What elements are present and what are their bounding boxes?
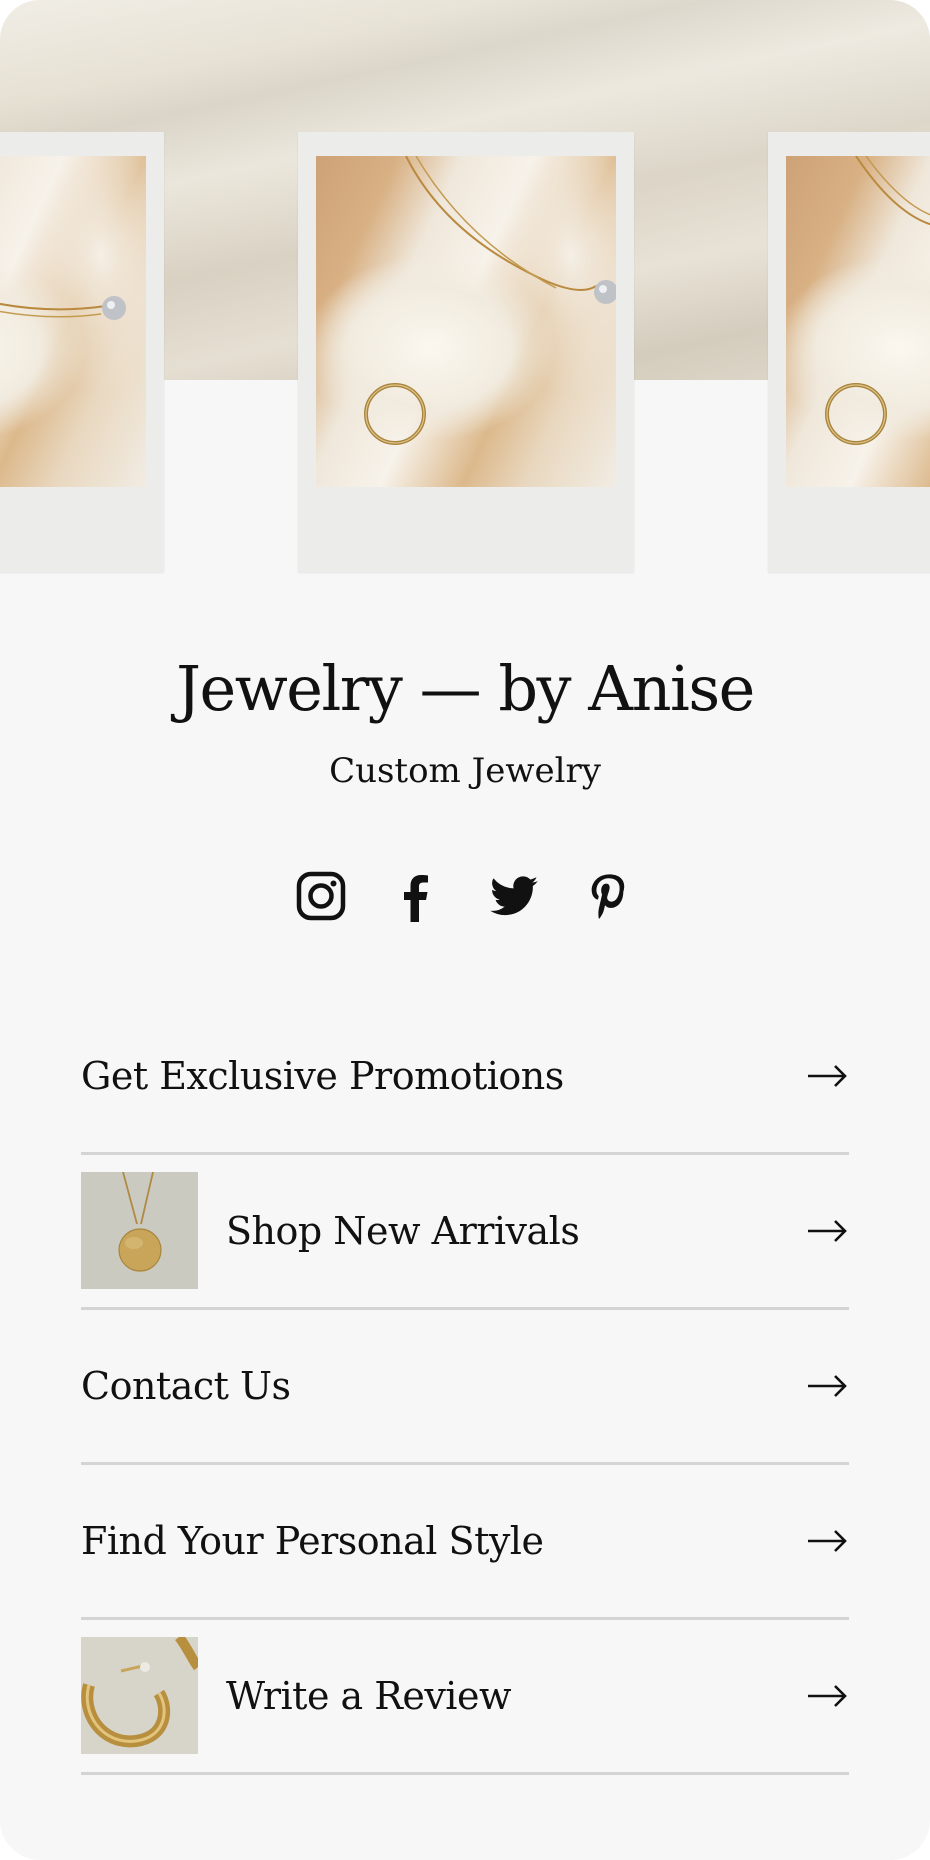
link-label: Get Exclusive Promotions [81,1054,564,1098]
link-in-bio-page: Jewelry — by Anise Custom Jewelry Get Ex… [0,0,930,1860]
necklace-and-ring-photo [316,156,616,487]
pendant-necklace-thumbnail [81,1172,198,1289]
necklace-photo [0,156,146,487]
arrow-right-icon [808,1685,847,1707]
link-get-exclusive-promotions[interactable]: Get Exclusive Promotions [81,1000,849,1155]
link-list: Get Exclusive Promotions Shop New Arriva… [81,1000,849,1775]
link-label: Write a Review [226,1674,511,1718]
link-label: Shop New Arrivals [226,1209,580,1253]
link-shop-new-arrivals[interactable]: Shop New Arrivals [81,1155,849,1310]
link-label: Contact Us [81,1364,291,1408]
page-subtitle: Custom Jewelry [329,751,601,791]
twitter-icon[interactable] [486,868,542,924]
hero-photo-center [298,132,634,572]
facebook-icon[interactable] [388,868,444,924]
arrow-right-icon [808,1065,847,1087]
link-find-your-personal-style[interactable]: Find Your Personal Style [81,1465,849,1620]
arrow-right-icon [808,1530,847,1552]
arrow-right-icon [808,1220,847,1242]
hero-photo-right [768,132,930,572]
social-links [0,868,930,928]
link-write-a-review[interactable]: Write a Review [81,1620,849,1775]
hero-photo-left [0,132,164,572]
link-contact-us[interactable]: Contact Us [81,1310,849,1465]
necklace-and-ring-photo [786,156,930,487]
page-title: Jewelry — by Anise [176,652,755,725]
pinterest-icon[interactable] [581,868,637,924]
instagram-icon[interactable] [293,868,349,924]
arrow-right-icon [808,1375,847,1397]
hoop-earrings-thumbnail [81,1637,198,1754]
link-label: Find Your Personal Style [81,1519,544,1563]
